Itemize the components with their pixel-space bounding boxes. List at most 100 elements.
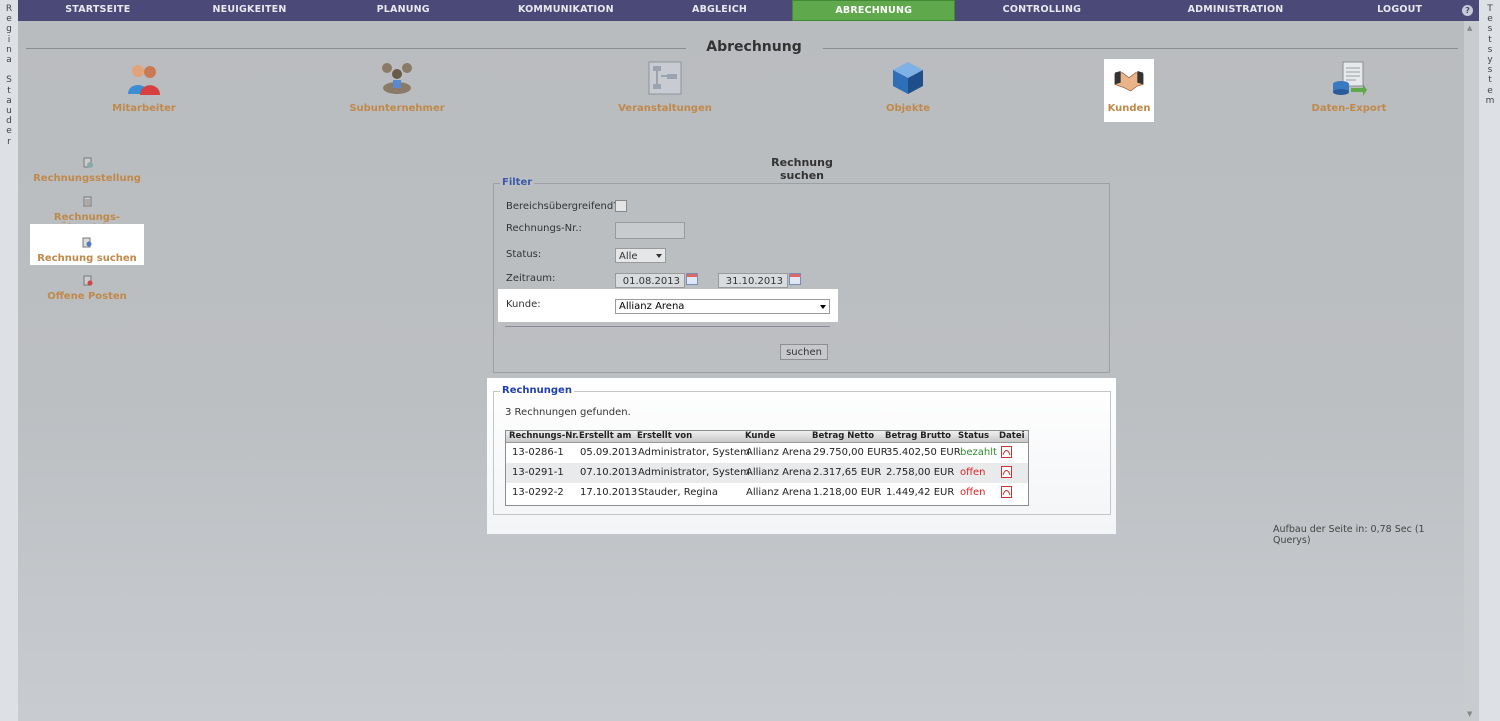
cell-nr: 13-0286-1 bbox=[512, 447, 564, 458]
module-daten-export[interactable]: Daten-Export bbox=[1306, 60, 1392, 120]
table-row[interactable]: 13-0292-2 17.10.2013 Stauder, Regina All… bbox=[506, 483, 1028, 503]
help-button[interactable]: ? bbox=[1457, 0, 1479, 21]
user-letter: n bbox=[6, 44, 12, 55]
open-items-icon bbox=[83, 275, 92, 286]
system-letter: e bbox=[1487, 85, 1493, 96]
cell-nr: 13-0292-2 bbox=[512, 487, 564, 498]
kunde-label: Kunde: bbox=[506, 299, 541, 310]
module-mitarbeiter[interactable]: Mitarbeiter bbox=[104, 60, 184, 120]
cell-status: bezahlt bbox=[960, 447, 997, 458]
results-fieldset: Rechnungen 3 Rechnungen gefunden. Rechnu… bbox=[493, 385, 1111, 515]
table-row[interactable]: 13-0286-1 05.09.2013 Administrator, Syst… bbox=[506, 443, 1028, 463]
kunde-select[interactable]: Allianz Arena bbox=[615, 299, 830, 314]
cube-icon bbox=[893, 62, 923, 94]
module-label: Veranstaltungen bbox=[618, 103, 712, 114]
results-count: 3 Rechnungen gefunden. bbox=[505, 407, 631, 418]
nav-abgleich[interactable]: ABGLEICH bbox=[647, 0, 793, 21]
nav-controlling[interactable]: CONTROLLING bbox=[955, 0, 1129, 21]
chevron-down-icon bbox=[656, 254, 662, 258]
main-area: STARTSEITE NEUIGKEITEN PLANUNG KOMMUNIKA… bbox=[18, 0, 1479, 721]
module-label: Daten-Export bbox=[1311, 103, 1387, 114]
vertical-scrollbar[interactable]: ▲ ▼ bbox=[1464, 21, 1479, 721]
module-objekte[interactable]: Objekte bbox=[880, 60, 936, 120]
col-datei[interactable]: Datei bbox=[999, 431, 1025, 442]
date-to-input[interactable]: 31.10.2013 bbox=[718, 273, 788, 288]
col-betrag-brutto[interactable]: Betrag Brutto bbox=[885, 431, 951, 442]
cell-status: offen bbox=[960, 467, 986, 478]
status-select[interactable]: Alle bbox=[615, 248, 666, 263]
col-betrag-netto[interactable]: Betrag Netto bbox=[812, 431, 874, 442]
pdf-icon[interactable] bbox=[1001, 486, 1012, 498]
module-label: Kunden bbox=[1107, 103, 1151, 114]
people-icon bbox=[128, 65, 160, 95]
cell-by: Administrator, System bbox=[638, 467, 750, 478]
module-kunden[interactable]: Kunden bbox=[1104, 59, 1154, 122]
rechnungsnr-input[interactable] bbox=[615, 222, 685, 239]
module-label: Mitarbeiter bbox=[112, 103, 176, 114]
scroll-down-icon[interactable]: ▼ bbox=[1467, 710, 1472, 718]
user-letter: i bbox=[7, 34, 11, 45]
subnav-offene-posten[interactable]: Offene Posten bbox=[30, 275, 144, 302]
subnav-label: Rechnung suchen bbox=[37, 253, 137, 264]
nav-administration[interactable]: ADMINISTRATION bbox=[1129, 0, 1343, 21]
nav-planung[interactable]: PLANUNG bbox=[321, 0, 485, 21]
nav-abrechnung[interactable]: ABRECHNUNG bbox=[792, 0, 956, 21]
col-kunde[interactable]: Kunde bbox=[745, 431, 775, 442]
scroll-up-icon[interactable]: ▲ bbox=[1467, 24, 1472, 32]
cell-date: 07.10.2013 bbox=[580, 467, 638, 478]
subnav-rechnungsstellung[interactable]: Rechnungsstellung bbox=[30, 157, 144, 184]
module-label: Subunternehmer bbox=[349, 103, 445, 114]
zeitraum-label: Zeitraum: bbox=[506, 273, 556, 284]
system-name-strip: Testsystem bbox=[1479, 0, 1500, 721]
cell-netto: 1.218,00 EUR bbox=[813, 487, 882, 498]
user-letter: a bbox=[6, 55, 12, 66]
cell-date: 05.09.2013 bbox=[580, 447, 638, 458]
nav-kommunikation[interactable]: KOMMUNIKATION bbox=[485, 0, 647, 21]
cell-netto: 29.750,00 EUR bbox=[813, 447, 888, 458]
pdf-icon[interactable] bbox=[1001, 446, 1012, 458]
cell-status: offen bbox=[960, 487, 986, 498]
cell-by: Administrator, System bbox=[638, 447, 750, 458]
col-erstellt-am[interactable]: Erstellt am bbox=[579, 431, 631, 442]
table-header: Rechnungs-Nr. Erstellt am Erstellt von K… bbox=[506, 431, 1028, 443]
status-select-value: Alle bbox=[619, 251, 638, 262]
calendar-icon[interactable] bbox=[686, 273, 698, 285]
col-erstellt-von[interactable]: Erstellt von bbox=[637, 431, 692, 442]
col-status[interactable]: Status bbox=[958, 431, 989, 442]
bereich-checkbox[interactable] bbox=[615, 200, 627, 212]
section-title: Abrechnung bbox=[706, 39, 802, 55]
user-name-strip: Regina Stauder bbox=[0, 0, 18, 721]
cell-by: Stauder, Regina bbox=[638, 487, 718, 498]
cell-brutto: 1.449,42 EUR bbox=[886, 487, 955, 498]
rechnungsnr-label: Rechnungs-Nr.: bbox=[506, 223, 582, 234]
system-letter: T bbox=[1487, 4, 1493, 14]
system-letter: y bbox=[1487, 55, 1493, 66]
cell-brutto: 2.758,00 EUR bbox=[886, 467, 955, 478]
pdf-icon[interactable] bbox=[1001, 466, 1012, 478]
user-letter: e bbox=[6, 14, 12, 25]
user-letter: r bbox=[7, 136, 11, 147]
bereich-label: Bereichsübergreifend? bbox=[506, 201, 619, 212]
nav-logout[interactable]: LOGOUT bbox=[1342, 0, 1457, 21]
nav-neuigkeiten[interactable]: NEUIGKEITEN bbox=[178, 0, 322, 21]
search-button[interactable]: suchen bbox=[780, 344, 828, 360]
user-letter: u bbox=[6, 106, 12, 117]
module-subunternehmer[interactable]: Subunternehmer bbox=[345, 60, 449, 120]
export-icon bbox=[1333, 61, 1367, 96]
date-from-input[interactable]: 01.08.2013 bbox=[615, 273, 685, 288]
kunde-select-value: Allianz Arena bbox=[619, 301, 685, 312]
nav-startseite[interactable]: STARTSEITE bbox=[18, 0, 178, 21]
subnav-rechnung-suchen[interactable]: Rechnung suchen bbox=[30, 224, 144, 265]
invoice-search-icon bbox=[82, 237, 91, 248]
results-table: Rechnungs-Nr. Erstellt am Erstellt von K… bbox=[505, 430, 1029, 506]
system-letter: s bbox=[1487, 65, 1493, 76]
col-rechnungsnr[interactable]: Rechnungs-Nr. bbox=[509, 431, 579, 442]
user-letter: g bbox=[6, 24, 12, 35]
table-row[interactable]: 13-0291-1 07.10.2013 Administrator, Syst… bbox=[506, 463, 1028, 483]
module-veranstaltungen[interactable]: Veranstaltungen bbox=[615, 60, 715, 120]
handshake-icon bbox=[1114, 71, 1144, 92]
calendar-icon[interactable] bbox=[789, 273, 801, 285]
user-letter: S bbox=[6, 75, 12, 86]
subnav-rechnungs-uebersicht[interactable]: Rechnungs-Übersicht bbox=[30, 196, 144, 234]
user-letter: e bbox=[6, 126, 12, 137]
